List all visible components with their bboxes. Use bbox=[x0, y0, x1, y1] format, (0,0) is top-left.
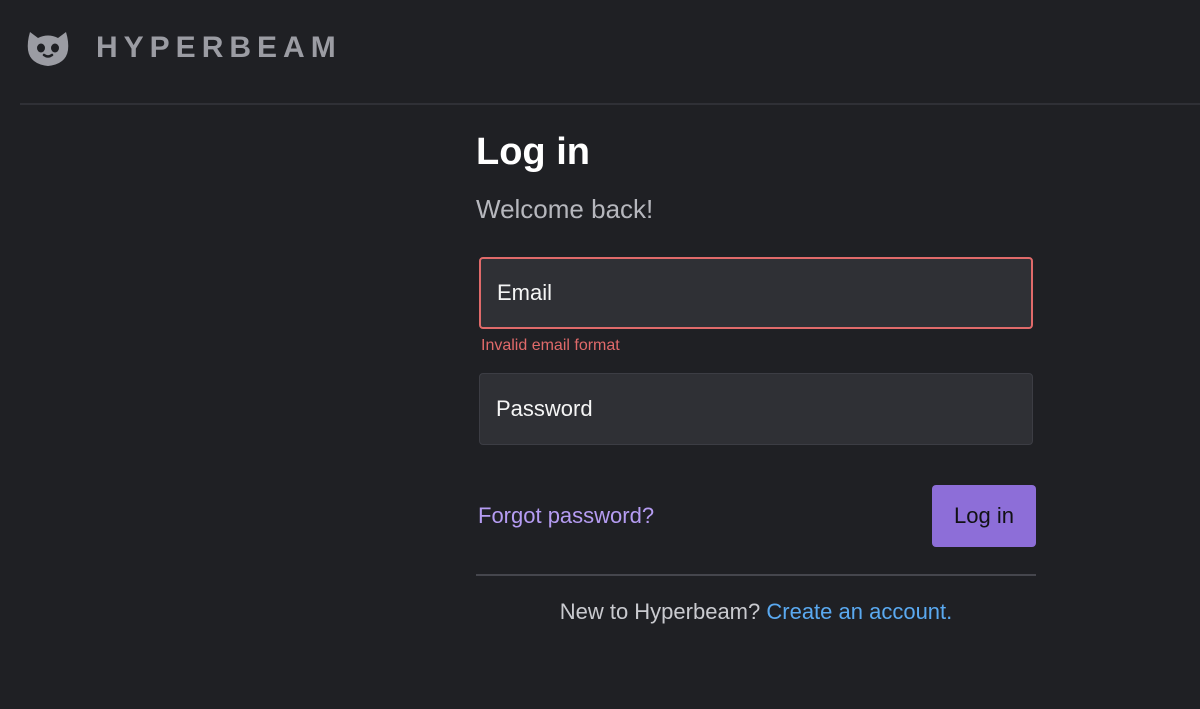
login-page: HYPERBEAM Log in Welcome back! Invalid e… bbox=[0, 0, 1200, 709]
password-field[interactable] bbox=[479, 373, 1033, 445]
page-title: Log in bbox=[476, 131, 590, 173]
form-divider bbox=[476, 574, 1036, 576]
login-button[interactable]: Log in bbox=[932, 485, 1036, 547]
email-error-message: Invalid email format bbox=[481, 337, 620, 354]
create-account-link[interactable]: Create an account. bbox=[766, 599, 952, 624]
email-field[interactable] bbox=[479, 257, 1033, 329]
signup-prompt: New to Hyperbeam? Create an account. bbox=[476, 598, 1036, 626]
signup-prompt-text: New to Hyperbeam? bbox=[559, 599, 761, 624]
forgot-password-link[interactable]: Forgot password? bbox=[478, 502, 654, 530]
brand-logo[interactable]: HYPERBEAM bbox=[24, 24, 342, 72]
email-input[interactable] bbox=[497, 280, 1015, 306]
welcome-subtitle: Welcome back! bbox=[476, 194, 654, 224]
password-input[interactable] bbox=[496, 396, 1016, 422]
brand-name: HYPERBEAM bbox=[96, 31, 342, 64]
cat-icon bbox=[27, 32, 69, 66]
login-form: Log in Welcome back! Invalid email forma… bbox=[476, 128, 1036, 624]
header-divider bbox=[20, 103, 1200, 105]
